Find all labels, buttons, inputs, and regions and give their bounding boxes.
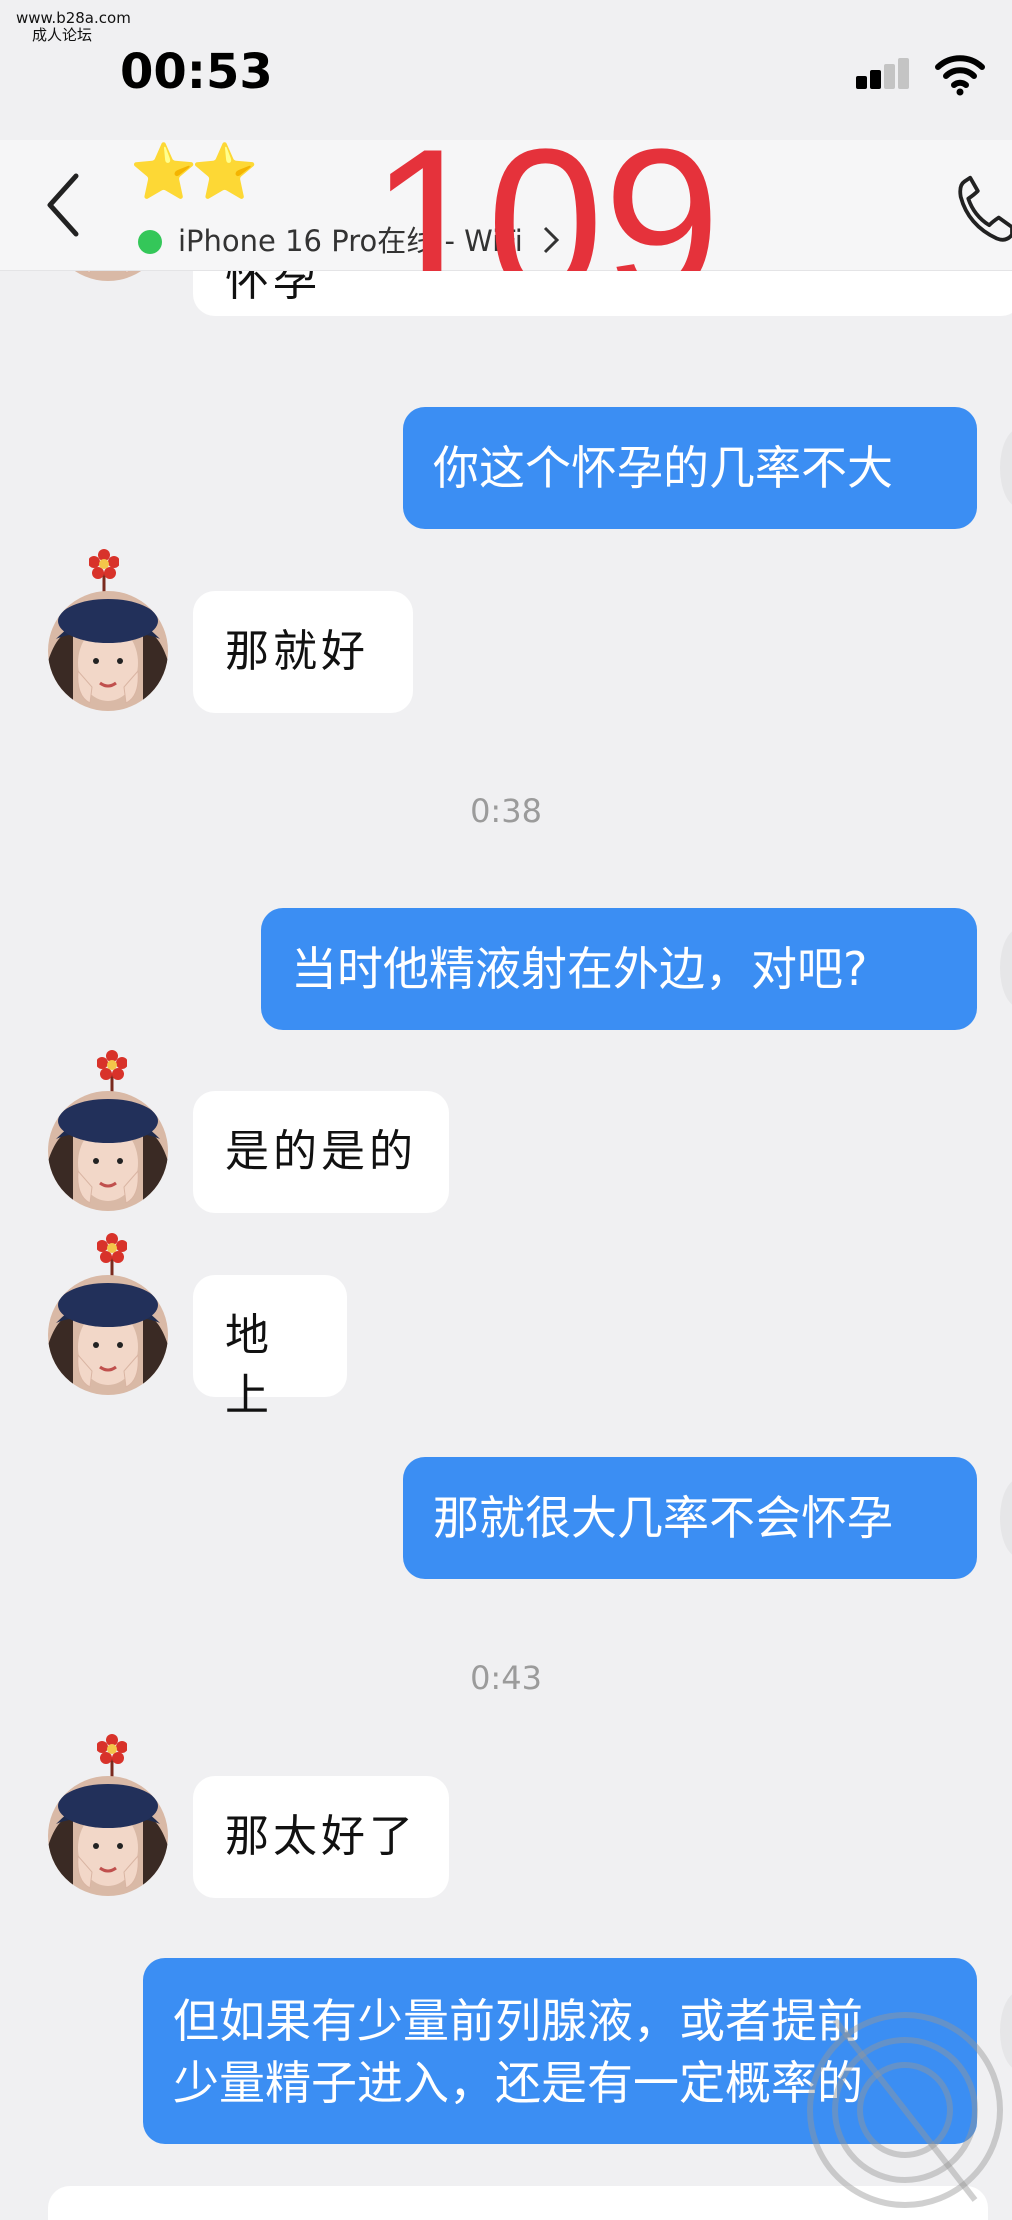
back-chevron-icon[interactable] [40,170,90,240]
flower-decoration-icon [97,1050,127,1096]
outgoing-avatar-edge [1000,928,1012,1008]
incoming-message[interactable]: 怀孕 [193,271,1012,316]
incoming-message[interactable]: 那就好 [193,591,413,713]
message-list[interactable]: 怀孕 你这个怀孕的几率不大 那就好 0:38 当时他精液射在外边，对吧? 是的是… [0,271,1012,2220]
outgoing-avatar-edge [1000,1478,1012,1558]
avatar[interactable] [48,271,168,281]
avatar[interactable] [48,1091,168,1211]
online-dot-icon [138,230,162,254]
flower-decoration-icon [97,1734,127,1780]
timestamp-separator: 0:43 [470,1659,542,1697]
status-time: 00:53 [120,44,273,100]
message-text: 怀孕 [225,271,321,306]
phone-call-icon[interactable] [955,170,1012,250]
wifi-icon [935,55,985,96]
message-text: 那就好 [225,626,369,677]
avatar[interactable] [48,591,168,711]
incoming-message[interactable]: 那太好了 [193,1776,449,1898]
message-text: 是的是的 [225,1126,417,1177]
flower-decoration-icon [89,549,119,595]
watermark-logo-icon [807,2012,1003,2208]
avatar[interactable] [48,1275,168,1395]
flower-decoration-icon [97,1233,127,1279]
message-text: 那太好了 [225,1811,417,1862]
contact-name-stars: ⭐⭐ [130,140,259,203]
incoming-message[interactable]: 地上 [193,1275,347,1421]
outgoing-avatar-edge [1000,428,1012,508]
avatar[interactable] [48,1776,168,1896]
message-text: 你这个怀孕的几率不大 [433,441,893,495]
outgoing-message[interactable]: 你这个怀孕的几率不大 [403,407,977,529]
timestamp-separator: 0:38 [470,792,542,830]
cellular-signal-icon [856,58,909,98]
outgoing-message[interactable]: 那就很大几率不会怀孕 [403,1457,977,1579]
incoming-message[interactable]: 是的是的 [193,1091,449,1213]
message-text: 当时他精液射在外边，对吧? [291,942,868,996]
message-text: 那就很大几率不会怀孕 [433,1491,893,1545]
outgoing-message[interactable]: 当时他精液射在外边，对吧? [261,908,977,1030]
message-text: 地上 [225,1310,273,1421]
